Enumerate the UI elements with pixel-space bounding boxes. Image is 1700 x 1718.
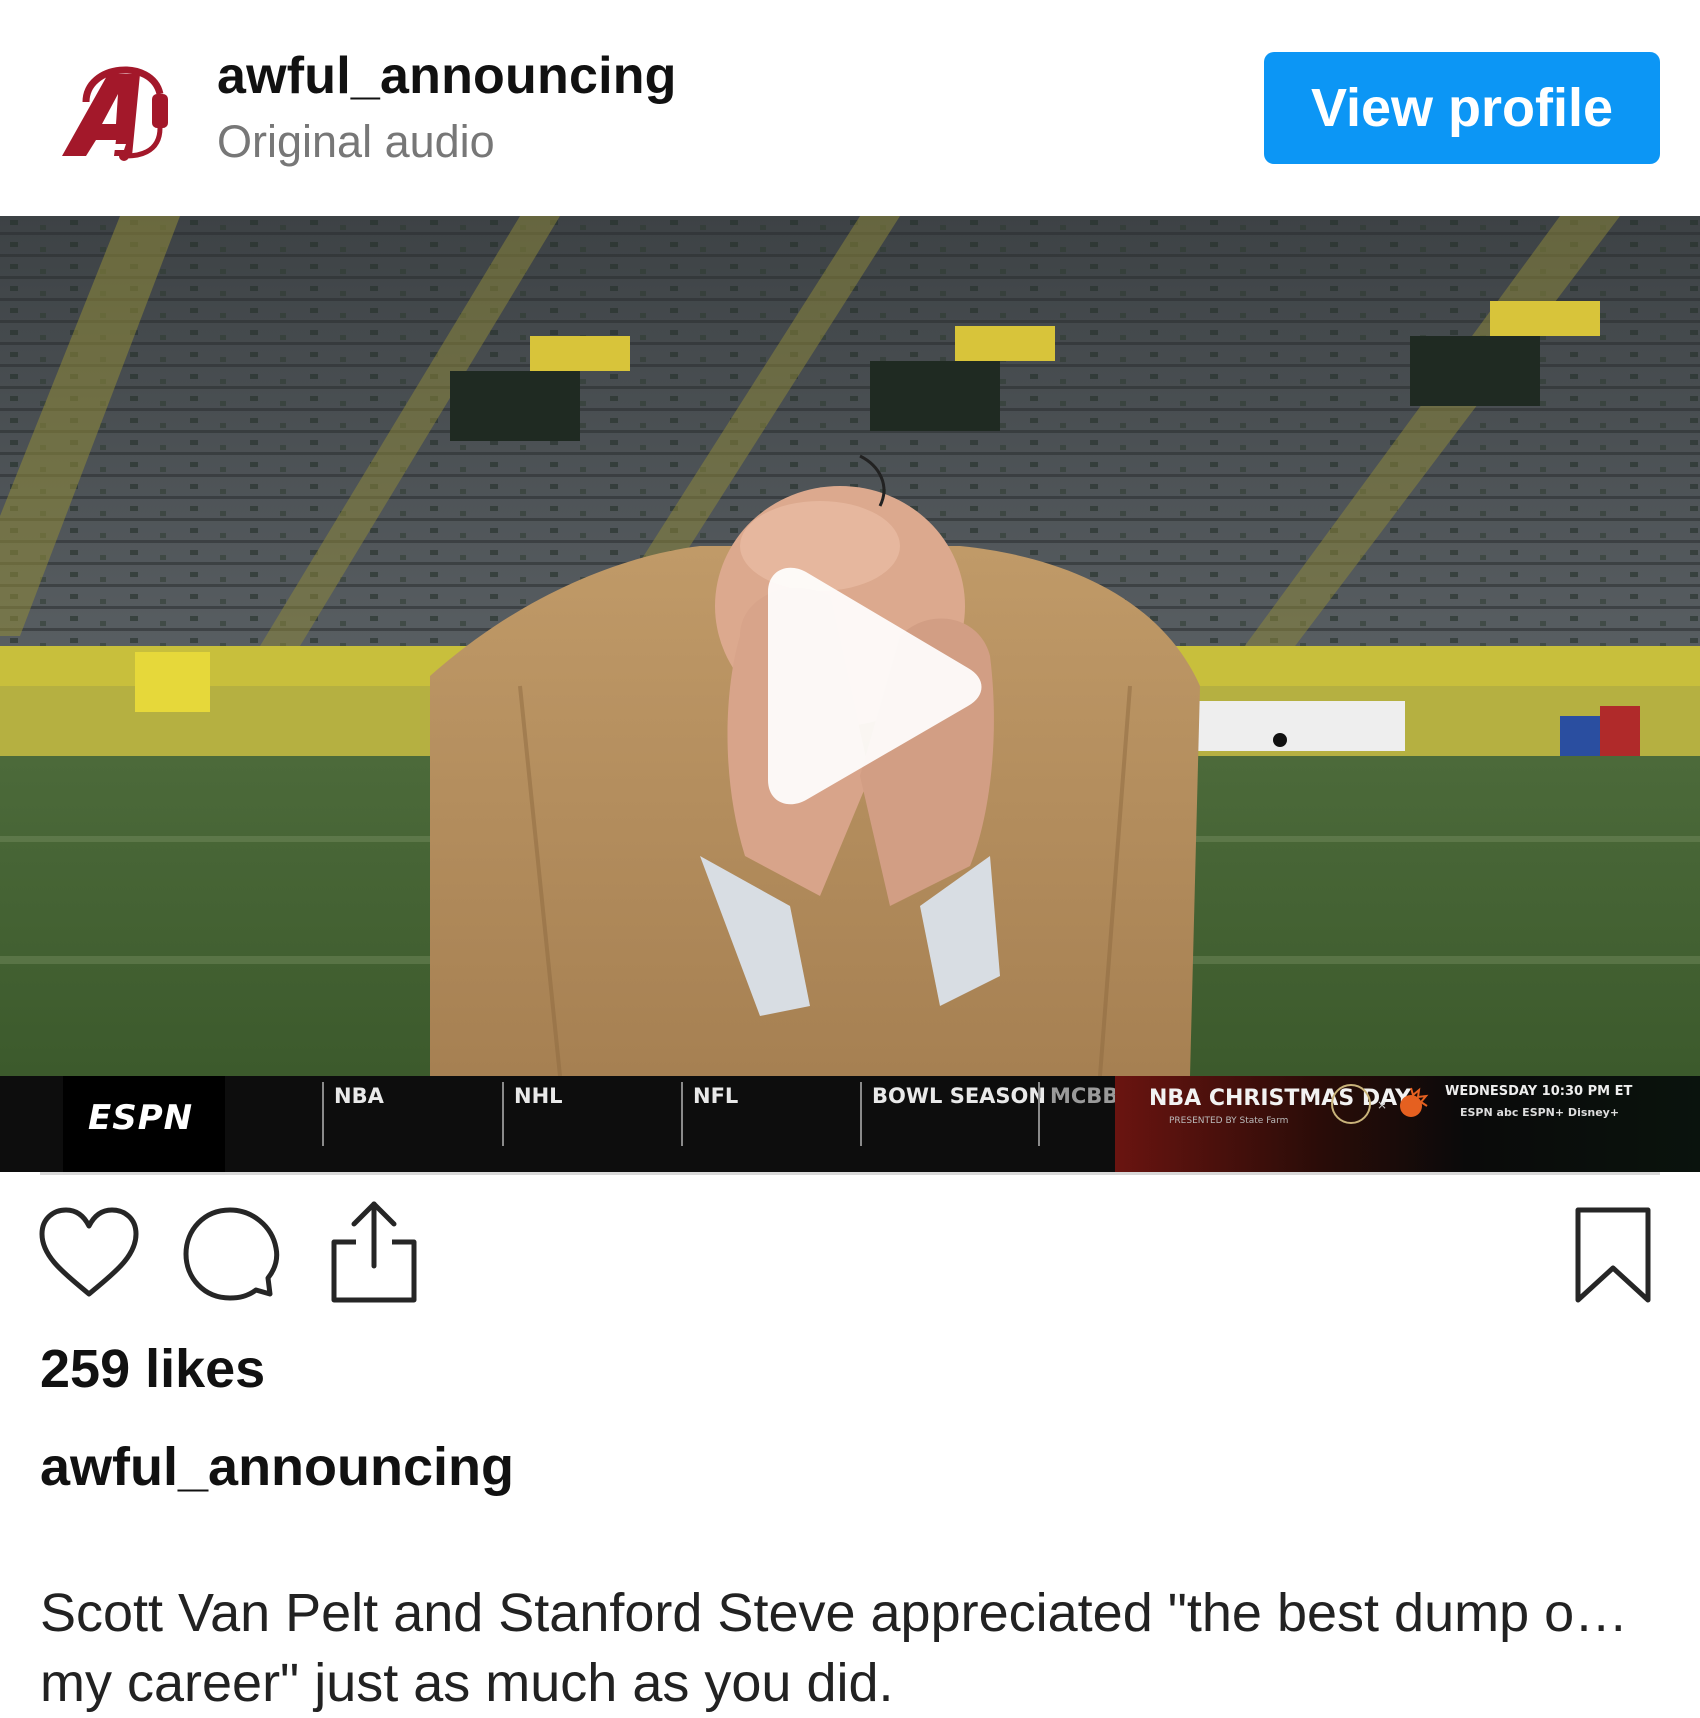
share-icon[interactable] [328, 1198, 420, 1306]
promo-title: NBA CHRISTMAS DAY [1149, 1086, 1411, 1111]
nuggets-logo-icon [1331, 1084, 1371, 1124]
avatar[interactable] [56, 44, 180, 168]
caption-username[interactable]: awful_announcing [40, 1436, 514, 1498]
promo-networks: ESPN abc ESPN+ Disney+ [1460, 1106, 1620, 1119]
broadcast-ticker: ESPN NBA NHL NFL BOWL SEASON MCBB NBA CH… [0, 1076, 1700, 1172]
account-name[interactable]: awful_announcing [217, 46, 677, 106]
ticker-tab: NBA [322, 1082, 384, 1146]
ticker-tab: NHL [502, 1082, 563, 1146]
caption-line: my career" just as much as you did. [40, 1653, 894, 1713]
promo-time: WEDNESDAY 10:30 PM ET [1445, 1084, 1633, 1099]
awful-announcing-logo-icon [62, 66, 168, 161]
comment-icon[interactable] [182, 1206, 282, 1306]
post-header: awful_announcing Original audio View pro… [0, 0, 1700, 216]
network-logo: ESPN [88, 1098, 194, 1138]
versus-mark: × [1377, 1098, 1388, 1112]
likes-count[interactable]: 259 likes [40, 1338, 265, 1400]
audio-label[interactable]: Original audio [217, 116, 495, 168]
promo-sponsor: PRESENTED BY State Farm [1169, 1116, 1289, 1126]
bookmark-icon[interactable] [1572, 1206, 1654, 1306]
ticker-tab: BOWL SEASON [860, 1082, 1046, 1146]
suns-logo-icon [1400, 1087, 1429, 1117]
video-player[interactable]: ESPN NBA NHL NFL BOWL SEASON MCBB NBA CH… [0, 216, 1700, 1172]
play-icon[interactable] [740, 556, 990, 816]
caption-line: Scott Van Pelt and Stanford Steve apprec… [40, 1583, 1629, 1643]
video-divider [40, 1172, 1660, 1175]
heart-icon[interactable] [38, 1206, 140, 1300]
post-caption: Scott Van Pelt and Stanford Steve apprec… [40, 1578, 1660, 1718]
view-profile-button[interactable]: View profile [1264, 52, 1660, 164]
ticker-tab: NFL [681, 1082, 738, 1146]
ticker-tab: MCBB [1038, 1082, 1118, 1146]
promo-banner: NBA CHRISTMAS DAY PRESENTED BY State Far… [1115, 1076, 1700, 1172]
